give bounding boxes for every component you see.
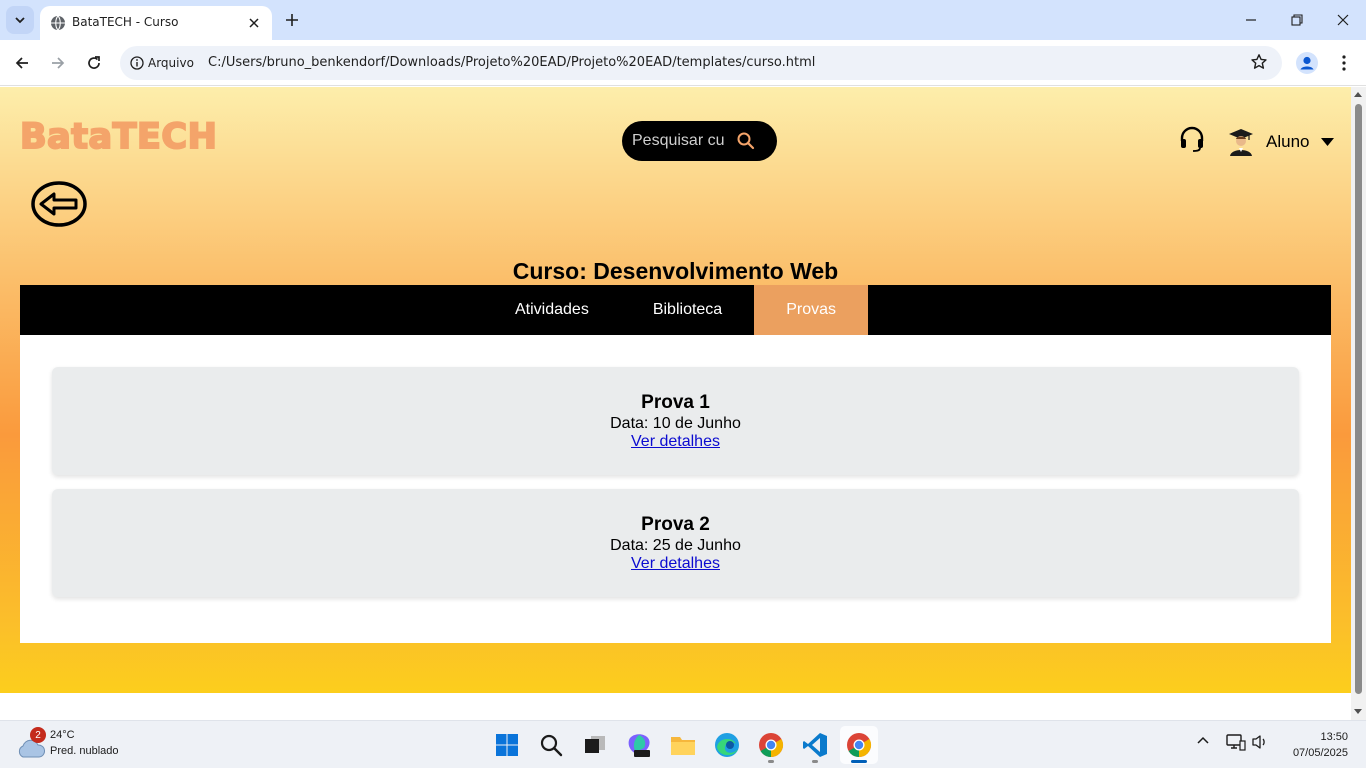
- exam-title: Prova 1: [641, 392, 710, 413]
- folder-icon: [671, 737, 695, 755]
- address-bar[interactable]: Arquivo C:/Users/bruno_benkendorf/Downlo…: [120, 46, 1282, 80]
- volume-icon[interactable]: [1251, 733, 1269, 751]
- chrome-icon: [847, 733, 872, 757]
- search-box: [622, 121, 777, 161]
- profile-avatar-icon: [1296, 52, 1318, 74]
- arrow-right-icon: [52, 57, 65, 69]
- minimize-icon: [1246, 19, 1256, 21]
- restore-icon: [1291, 14, 1303, 26]
- file-explorer-app[interactable]: [664, 726, 702, 764]
- m365-copilot-app[interactable]: [620, 726, 658, 764]
- task-view-button[interactable]: [576, 726, 614, 764]
- search-icon: [540, 734, 563, 757]
- globe-icon: [51, 15, 65, 31]
- weather-desc: Pred. nublado: [50, 745, 119, 757]
- exam-title: Prova 2: [641, 514, 710, 535]
- running-indicator: [812, 760, 818, 763]
- network-icon[interactable]: [1226, 733, 1246, 751]
- search-input[interactable]: [632, 130, 724, 152]
- tab-title: BataTECH - Curso: [72, 15, 179, 29]
- vscode-app[interactable]: [796, 726, 834, 764]
- clock-time: 13:50: [1320, 731, 1348, 743]
- tab-provas[interactable]: Provas: [754, 285, 868, 335]
- scroll-down-icon[interactable]: [1354, 709, 1362, 714]
- reload-icon: [88, 56, 100, 69]
- graduate-avatar-icon: [1229, 129, 1253, 156]
- tab-atividades[interactable]: Atividades: [483, 285, 621, 335]
- profile-button[interactable]: [1293, 49, 1321, 77]
- site-info-label: Arquivo: [148, 56, 194, 70]
- edge-app[interactable]: [708, 726, 746, 764]
- exam-date: Data: 10 de Junho: [610, 415, 741, 432]
- page-scrollbar[interactable]: [1351, 87, 1366, 720]
- site-info-chip[interactable]: Arquivo: [124, 50, 202, 76]
- close-icon: [1337, 14, 1349, 26]
- chevron-up-icon[interactable]: [1196, 733, 1210, 747]
- page-viewport: BataTECH Aluno Curso: Desenvolvimento We…: [0, 87, 1351, 720]
- task-view-icon: [585, 736, 605, 753]
- m365-copilot-icon: [628, 734, 650, 757]
- edge-icon: [715, 733, 739, 757]
- clock-date: 07/05/2025: [1292, 747, 1348, 759]
- site-logo[interactable]: BataTECH: [19, 116, 218, 158]
- exam-details-link[interactable]: Ver detalhes: [631, 555, 720, 573]
- user-role-label: Aluno: [1266, 132, 1310, 151]
- arrow-left-icon: [15, 57, 28, 69]
- page-footer-area: [0, 693, 1351, 720]
- browser-menu-button[interactable]: [1330, 49, 1358, 77]
- windows-start-icon: [496, 734, 518, 756]
- search-icon[interactable]: [736, 131, 756, 151]
- start-button[interactable]: [488, 726, 526, 764]
- info-icon: [130, 56, 144, 70]
- running-indicator: [768, 760, 774, 763]
- weather-widget[interactable]: 2 24°C Pred. nublado: [14, 727, 144, 763]
- taskbar-clock[interactable]: 13:50 07/05/2025: [1293, 729, 1348, 761]
- weather-temp: 24°C: [50, 729, 75, 741]
- vscode-icon: [803, 733, 827, 757]
- chrome-app-active[interactable]: [840, 726, 878, 764]
- browser-tabstrip: BataTECH - Curso: [0, 0, 1366, 40]
- chevron-down-icon: [15, 17, 25, 24]
- course-title: Curso: Desenvolvimento Web: [512, 258, 839, 284]
- taskbar-search-button[interactable]: [532, 726, 570, 764]
- minimize-button[interactable]: [1228, 0, 1274, 40]
- plus-icon: [286, 14, 298, 26]
- taskbar: 2 24°C Pred. nublado 13:50 07/05/2025: [0, 720, 1366, 768]
- chrome-app[interactable]: [752, 726, 790, 764]
- user-menu[interactable]: Aluno: [1228, 127, 1335, 157]
- new-tab-button[interactable]: [280, 8, 304, 32]
- headset-icon[interactable]: [1178, 125, 1206, 153]
- weather-badge: 2: [30, 727, 46, 743]
- scrollbar-thumb[interactable]: [1355, 104, 1362, 694]
- tab-biblioteca[interactable]: Biblioteca: [621, 285, 754, 335]
- restore-button[interactable]: [1274, 0, 1320, 40]
- back-arrow-icon[interactable]: [30, 180, 88, 228]
- exams-section: Prova 1 Data: 10 de Junho Ver detalhes P…: [20, 335, 1331, 643]
- tab-close-icon[interactable]: [244, 13, 264, 33]
- course-nav: Atividades Biblioteca Provas: [20, 285, 1331, 335]
- kebab-menu-icon: [1342, 55, 1346, 71]
- scroll-up-icon[interactable]: [1354, 92, 1362, 97]
- tab-search-button[interactable]: [6, 6, 34, 34]
- url-text[interactable]: C:/Users/bruno_benkendorf/Downloads/Proj…: [208, 55, 815, 70]
- active-indicator: [851, 760, 867, 763]
- chrome-icon: [759, 733, 784, 757]
- close-window-button[interactable]: [1320, 0, 1366, 40]
- exam-card: Prova 1 Data: 10 de Junho Ver detalhes: [52, 367, 1299, 475]
- bookmark-star-icon[interactable]: [1250, 53, 1268, 71]
- exam-card: Prova 2 Data: 25 de Junho Ver detalhes: [52, 489, 1299, 597]
- caret-down-icon: [1321, 137, 1335, 146]
- forward-nav-button[interactable]: [44, 49, 72, 77]
- browser-tab[interactable]: BataTECH - Curso: [40, 6, 272, 40]
- reload-button[interactable]: [80, 49, 108, 77]
- browser-toolbar: Arquivo C:/Users/bruno_benkendorf/Downlo…: [0, 40, 1366, 86]
- exam-date: Data: 25 de Junho: [610, 537, 741, 554]
- back-nav-button[interactable]: [8, 49, 36, 77]
- exam-details-link[interactable]: Ver detalhes: [631, 433, 720, 451]
